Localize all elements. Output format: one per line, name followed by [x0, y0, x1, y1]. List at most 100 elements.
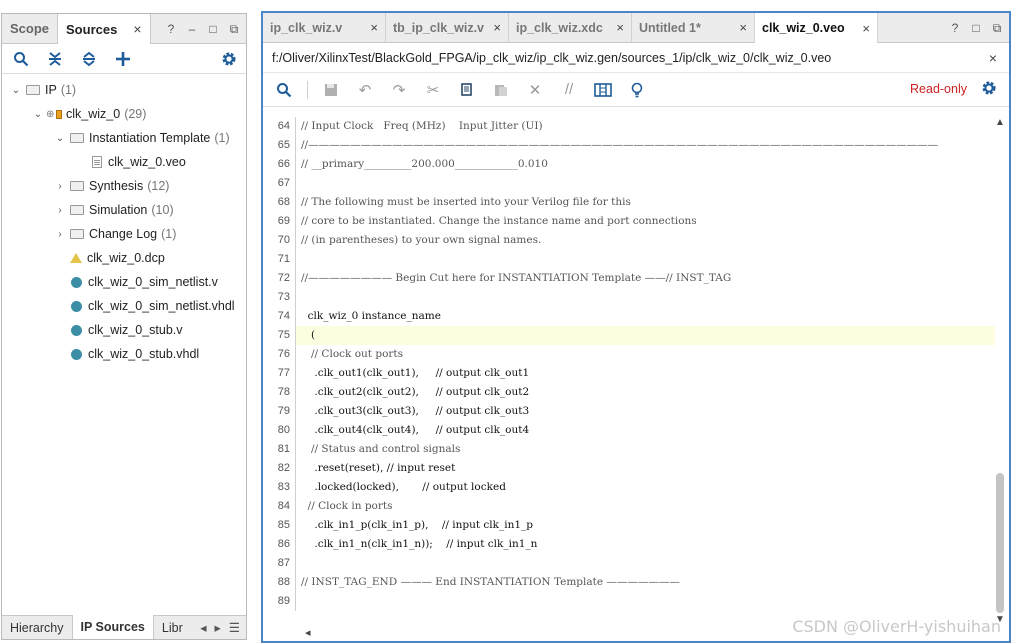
close-icon[interactable]: × — [739, 20, 747, 35]
editor-tab-active[interactable]: clk_wiz_0.veo × — [755, 13, 878, 43]
scroll-up-icon[interactable]: ▲ — [995, 117, 1005, 128]
code-line: 73 — [263, 288, 995, 307]
collapse-all-icon[interactable] — [46, 50, 64, 68]
close-icon[interactable]: × — [616, 20, 624, 35]
chevron-right-icon[interactable]: › — [54, 229, 66, 240]
code-line: 70 // (in parentheses) to your own signal… — [263, 231, 995, 250]
tree-node-synthesis[interactable]: › Synthesis (12) — [2, 174, 246, 198]
line-number: 74 — [263, 307, 296, 326]
tree-node-count: (12) — [147, 179, 170, 193]
close-icon[interactable]: × — [989, 50, 997, 66]
editor-tab[interactable]: Untitled 1* × — [632, 13, 755, 42]
tab-ip-sources[interactable]: IP Sources — [71, 615, 154, 639]
tree-node-label: clk_wiz_0 — [66, 107, 121, 121]
tree-node-count: (10) — [151, 203, 174, 217]
tab-scope[interactable]: Scope — [2, 14, 57, 43]
paste-icon[interactable] — [490, 80, 512, 100]
code-text: // Clock in ports — [301, 500, 393, 512]
help-icon[interactable]: ? — [949, 21, 961, 36]
chevron-right-icon[interactable]: › — [54, 181, 66, 192]
copy-icon[interactable] — [456, 80, 478, 100]
code-line: 79 .clk_out3(clk_out3), // output clk_ou… — [263, 402, 995, 421]
code-area[interactable]: 64 // Input Clock Freq (MHz) Input Jitter… — [263, 117, 995, 625]
chevron-down-icon[interactable]: ⌄ — [54, 133, 66, 144]
help-icon[interactable]: ? — [165, 22, 177, 37]
code-line: 71 — [263, 250, 995, 269]
editor-panel: ip_clk_wiz.v × tb_ip_clk_wiz.v × ip_clk_wi… — [261, 11, 1011, 643]
tree-node-clk-wiz-0[interactable]: ⌄ ⊕ clk_wiz_0 (29) — [2, 102, 246, 126]
tree-node-instantiation-template[interactable]: ⌄ Instantiation Template (1) — [2, 126, 246, 150]
tree-node-label: clk_wiz_0.veo — [108, 155, 186, 169]
maximize-icon[interactable]: □ — [970, 21, 982, 36]
tree-node-change-log[interactable]: › Change Log (1) — [2, 222, 246, 246]
save-icon[interactable] — [320, 80, 342, 100]
redo-icon[interactable]: ↷ — [388, 80, 410, 100]
tab-hierarchy[interactable]: Hierarchy — [2, 616, 72, 639]
insert-template-icon[interactable] — [592, 80, 614, 100]
cut-icon[interactable]: ✂ — [422, 80, 444, 100]
tree-node-sim-netlist-v[interactable]: clk_wiz_0_sim_netlist.v — [2, 270, 246, 294]
tree-node-ip[interactable]: ⌄ IP (1) — [2, 78, 246, 102]
toggle-comment-icon[interactable]: // — [558, 80, 580, 100]
expand-all-icon[interactable] — [80, 50, 98, 68]
chevron-right-icon[interactable]: › — [54, 205, 66, 216]
close-icon[interactable]: × — [370, 20, 378, 35]
close-icon[interactable]: × — [133, 21, 141, 37]
code-line: 86 .clk_in1_n(clk_in1_n)); // input clk_… — [263, 535, 995, 554]
sources-panel-tabbar: Scope Sources × ? – □ ⧉ — [2, 14, 246, 44]
line-number: 70 — [263, 231, 296, 250]
tree-node-stub-v[interactable]: clk_wiz_0_stub.v — [2, 318, 246, 342]
line-number: 68 — [263, 193, 296, 212]
vertical-scrollbar[interactable]: ▲ ▼ — [993, 117, 1007, 625]
code-text: // INST_TAG_END ——— End INSTANTIATION Te… — [301, 576, 680, 588]
tab-libraries[interactable]: Libr — [154, 616, 191, 639]
close-icon[interactable]: × — [493, 20, 501, 35]
editor-tab-label: tb_ip_clk_wiz.v — [393, 20, 485, 35]
tree-node-dcp[interactable]: clk_wiz_0.dcp — [2, 246, 246, 270]
line-number: 80 — [263, 421, 296, 440]
chevron-down-icon[interactable]: ⌄ — [10, 85, 22, 96]
line-number: 79 — [263, 402, 296, 421]
code-line: 67 — [263, 174, 995, 193]
sources-bottom-tabs: Hierarchy IP Sources Libr ◂ ▸ ☰ — [2, 615, 246, 639]
editor-tab[interactable]: ip_clk_wiz.xdc × — [509, 13, 632, 42]
float-icon[interactable]: ⧉ — [991, 21, 1003, 36]
sources-toolbar — [2, 44, 246, 74]
toolbar-divider — [307, 80, 308, 99]
ip-core-icon: ⊕ — [46, 108, 62, 120]
code-text: .clk_out1(clk_out1), // output clk_out1 — [301, 367, 530, 379]
editor-tab[interactable]: tb_ip_clk_wiz.v × — [386, 13, 509, 42]
tab-sources[interactable]: Sources × — [57, 14, 151, 44]
tree-node-label: Synthesis — [89, 179, 144, 193]
gear-icon[interactable] — [220, 50, 238, 68]
maximize-icon[interactable]: □ — [207, 22, 219, 37]
code-line-current: 75 ( — [263, 326, 995, 345]
minimize-icon[interactable]: – — [186, 22, 198, 37]
scroll-left-icon[interactable]: ◂ — [200, 620, 206, 635]
tree-node-stub-vhdl[interactable]: clk_wiz_0_stub.vhdl — [2, 342, 246, 366]
line-number: 88 — [263, 573, 296, 592]
search-icon[interactable] — [273, 80, 295, 100]
code-text: // Input Clock Freq (MHz) Input Jitter (… — [301, 120, 543, 132]
tab-list-icon[interactable]: ☰ — [229, 620, 240, 635]
add-sources-icon[interactable] — [114, 50, 132, 68]
chevron-down-icon[interactable]: ⌄ — [32, 109, 44, 120]
float-icon[interactable]: ⧉ — [228, 22, 240, 37]
lightbulb-icon[interactable] — [626, 80, 648, 100]
editor-tab[interactable]: ip_clk_wiz.v × — [263, 13, 386, 42]
scroll-left-icon[interactable]: ◂ — [305, 626, 311, 639]
search-icon[interactable] — [12, 50, 30, 68]
checkpoint-icon — [70, 253, 82, 263]
scrollbar-thumb[interactable] — [996, 473, 1004, 613]
code-text: // core to be instantiated. Change the i… — [301, 215, 697, 227]
gear-icon[interactable] — [981, 80, 997, 101]
close-icon[interactable]: × — [862, 21, 870, 36]
tree-node-veo-file[interactable]: clk_wiz_0.veo — [2, 150, 246, 174]
tree-node-count: (1) — [214, 131, 230, 145]
delete-icon[interactable]: ✕ — [524, 80, 546, 100]
tree-node-simulation[interactable]: › Simulation (10) — [2, 198, 246, 222]
undo-icon[interactable]: ↶ — [354, 80, 376, 100]
scroll-right-icon[interactable]: ▸ — [215, 620, 221, 635]
tree-node-sim-netlist-vhdl[interactable]: clk_wiz_0_sim_netlist.vhdl — [2, 294, 246, 318]
tree-node-label: Change Log — [89, 227, 158, 241]
